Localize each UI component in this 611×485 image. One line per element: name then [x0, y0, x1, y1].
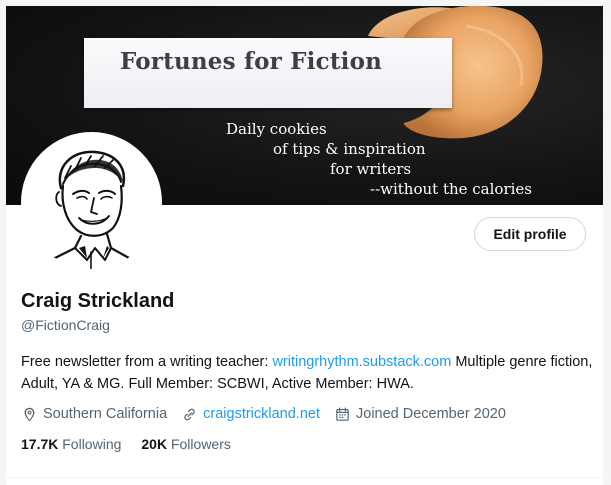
calendar-icon [336, 407, 349, 421]
link-icon [184, 408, 195, 420]
joined-item: Joined December 2020 [334, 406, 506, 423]
website-item: craigstrickland.net [181, 406, 320, 423]
profile-avatar[interactable] [21, 132, 162, 273]
banner-tagline-line-3: for writers [330, 160, 412, 178]
following-label: Following [62, 436, 122, 452]
banner-title: Fortunes for Fiction [120, 48, 383, 75]
location-item: Southern California [21, 406, 167, 423]
followers-count: 20K [141, 436, 168, 452]
banner-tagline-line-1: Daily cookies [226, 120, 327, 138]
following-count: 17.7K [21, 436, 59, 452]
cartoon-portrait-illustration [47, 150, 137, 269]
followers-label: Followers [170, 436, 231, 452]
profile-bio: Free newsletter from a writing teacher: … [21, 351, 596, 395]
bio-newsletter-link[interactable]: writingrhythm.substack.com [272, 354, 451, 370]
followers-link[interactable]: 20K Followers [141, 436, 230, 452]
display-name: Craig Strickland [21, 290, 175, 312]
banner-tagline-line-4: --without the calories [370, 180, 532, 198]
bio-text-prefix: Free newsletter from a writing teacher: [21, 354, 273, 370]
username-handle: @FictionCraig [21, 317, 110, 333]
section-divider [6, 477, 603, 478]
joined-date-text: Joined December 2020 [356, 406, 506, 422]
window-frame-right [603, 0, 611, 485]
location-pin-icon [24, 407, 35, 421]
website-link[interactable]: craigstrickland.net [203, 406, 320, 422]
following-link[interactable]: 17.7K Following [21, 436, 121, 452]
follow-stats: 17.7K Following 20K Followers [21, 434, 251, 454]
edit-profile-button[interactable]: Edit profile [474, 217, 586, 251]
profile-meta-row: Southern California craigstrickland.net … [21, 403, 520, 425]
banner-tagline-line-2: of tips & inspiration [273, 140, 426, 158]
location-text: Southern California [43, 406, 168, 422]
